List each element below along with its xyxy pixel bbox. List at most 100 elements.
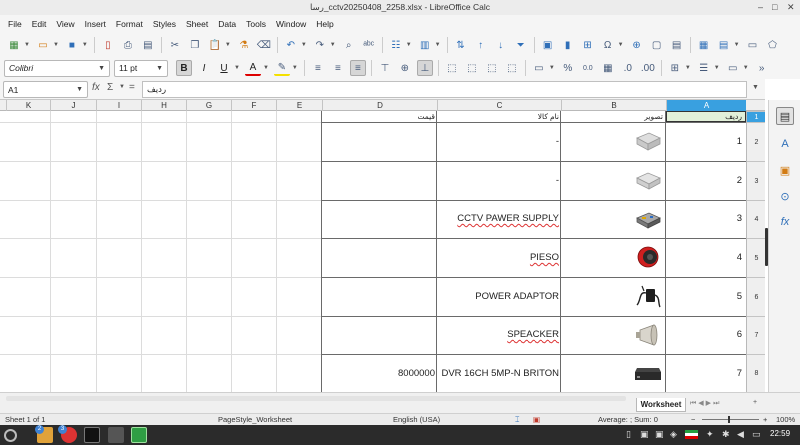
menu-window[interactable]: Window <box>272 15 312 33</box>
menu-view[interactable]: View <box>52 15 80 33</box>
bluetooth-icon[interactable]: ✱ <box>722 429 730 440</box>
merge-cells-icon[interactable]: ⬚ <box>484 60 500 76</box>
column-header-k[interactable]: K <box>6 100 50 111</box>
add-sheet-icon[interactable]: + <box>753 399 757 406</box>
chevron-down-icon[interactable]: ▼ <box>685 65 691 71</box>
styles-icon[interactable]: A <box>776 135 794 153</box>
column-header-a[interactable]: A <box>666 100 746 111</box>
cell-c3[interactable]: - <box>437 175 560 187</box>
chevron-down-icon[interactable]: ▼ <box>234 65 240 71</box>
formula-button[interactable]: = <box>129 82 135 93</box>
cell-c4[interactable]: CCTV PAWER SUPPLY <box>437 213 560 225</box>
page-style[interactable]: PageStyle_Worksheet <box>218 414 292 425</box>
column-header-g[interactable]: G <box>186 100 231 111</box>
properties-icon[interactable]: ▤ <box>776 107 794 125</box>
column-header-d[interactable]: D <box>322 100 437 111</box>
wrap-text-icon[interactable]: ⬚ <box>444 60 460 76</box>
find-replace-icon[interactable]: ⌕ <box>341 37 357 53</box>
clone-formatting-icon[interactable]: ⚗ <box>236 37 252 53</box>
chevron-down-icon[interactable]: ▼ <box>82 42 88 48</box>
chevron-down-icon[interactable]: ▼ <box>225 42 231 48</box>
zoom-slider-handle[interactable] <box>728 416 730 423</box>
close-button[interactable]: ✕ <box>787 2 795 13</box>
formula-input[interactable]: ردیف <box>142 81 747 98</box>
undo-icon[interactable]: ↶ <box>283 37 299 53</box>
product-image-3[interactable] <box>630 205 666 233</box>
clear-formatting-icon[interactable]: ⌫ <box>256 37 272 53</box>
date-format-icon[interactable]: ▦ <box>600 60 616 76</box>
cell-d1[interactable]: قیمت <box>322 111 436 123</box>
calculator-icon[interactable] <box>108 427 124 443</box>
align-top-icon[interactable]: ⊤ <box>377 60 393 76</box>
wifi-icon[interactable]: ✦ <box>706 429 714 440</box>
save-icon[interactable]: ■ <box>64 37 80 53</box>
cell-a3[interactable]: 2 <box>666 175 745 187</box>
cell-c2[interactable]: - <box>437 136 560 148</box>
row-header-7[interactable]: 7 <box>747 316 765 354</box>
name-box[interactable]: A1 ▼ <box>3 81 88 98</box>
spreadsheet-grid[interactable]: K J I H G F E D C B A ردیف تصویر نام کال… <box>0 100 765 392</box>
product-image-1[interactable] <box>630 127 666 155</box>
define-print-area-icon[interactable]: ▦ <box>696 37 712 53</box>
chevron-down-icon[interactable]: ▼ <box>76 86 83 93</box>
spelling-icon[interactable]: ᵃᵇᶜ <box>361 37 377 53</box>
chevron-down-icon[interactable]: ▼ <box>263 65 269 71</box>
terminal-icon[interactable] <box>84 427 100 443</box>
redo-icon[interactable]: ↷ <box>312 37 328 53</box>
maximize-button[interactable]: □ <box>772 2 777 13</box>
cell-a8[interactable]: 7 <box>666 368 745 380</box>
number-format-button[interactable]: 0.0 <box>580 60 596 76</box>
border-style-icon[interactable]: ☰ <box>696 60 712 76</box>
column-header-c[interactable]: C <box>437 100 561 111</box>
paste-icon[interactable]: 📋 <box>207 37 223 53</box>
insert-image-icon[interactable]: ▣ <box>540 37 556 53</box>
column-header-b[interactable]: B <box>561 100 666 111</box>
cell-a5[interactable]: 4 <box>666 252 745 264</box>
chevron-down-icon[interactable]: ▼ <box>301 42 307 48</box>
split-window-icon[interactable]: ▭ <box>745 37 761 53</box>
align-right-icon[interactable]: ≡ <box>349 60 366 76</box>
chevron-down-icon[interactable]: ▼ <box>292 65 298 71</box>
chevron-down-icon[interactable]: ▼ <box>714 65 720 71</box>
chevron-down-icon[interactable]: ▼ <box>406 42 412 48</box>
zoom-in-icon[interactable]: + <box>763 414 767 425</box>
menu-help[interactable]: Help <box>312 15 339 33</box>
selection-mode-icon[interactable]: ⌶ <box>515 414 520 425</box>
hyperlink-icon[interactable]: ⊕ <box>629 37 645 53</box>
comment-icon[interactable]: ▢ <box>649 37 665 53</box>
menu-file[interactable]: File <box>4 15 28 33</box>
battery-icon[interactable]: ▭ <box>752 429 761 440</box>
expand-formula-icon[interactable]: ▼ <box>752 84 759 91</box>
sheet-navigation-icon[interactable]: ⏮◀▶⏭ <box>690 399 721 408</box>
tray-icon[interactable]: ▯ <box>626 429 631 440</box>
cell-a7[interactable]: 6 <box>666 329 745 341</box>
row-header-5[interactable]: 5 <box>747 238 765 277</box>
cut-icon[interactable]: ✂ <box>167 37 183 53</box>
sort-icon[interactable]: ⇅ <box>453 37 469 53</box>
currency-icon[interactable]: ▭ <box>531 60 547 76</box>
font-name-box[interactable]: Colibri ▼ <box>4 59 110 77</box>
print-preview-icon[interactable]: ▤ <box>140 37 156 53</box>
cell-a6[interactable]: 5 <box>666 291 745 303</box>
cell-c1[interactable]: نام کالا <box>437 111 560 123</box>
zoom-level[interactable]: 100% <box>776 414 795 425</box>
menu-styles[interactable]: Styles <box>149 15 182 33</box>
center-vertically-icon[interactable]: ⊕ <box>397 60 413 76</box>
menu-sheet[interactable]: Sheet <box>182 15 214 33</box>
functions-icon[interactable]: fx <box>776 213 794 231</box>
percent-button[interactable]: % <box>560 60 576 76</box>
cell-b1[interactable]: تصویر <box>561 111 665 123</box>
row-header-1[interactable]: 1 <box>747 111 765 122</box>
volume-icon[interactable]: ◀ <box>737 429 744 440</box>
cell-c8[interactable]: DVR 16CH 5MP-N BRITON <box>437 368 560 380</box>
chevron-down-icon[interactable]: ▼ <box>98 65 105 72</box>
chevron-down-icon[interactable]: ▼ <box>53 42 59 48</box>
menu-launcher-icon[interactable] <box>4 429 17 442</box>
row-icon[interactable]: ☷ <box>388 37 404 53</box>
freeze-rows-icon[interactable]: ▤ <box>716 37 732 53</box>
horizontal-scrollbar[interactable] <box>6 396 626 401</box>
autofilter-icon[interactable]: ⏷ <box>513 37 529 53</box>
copy-icon[interactable]: ❐ <box>187 37 203 53</box>
special-character-icon[interactable]: Ω <box>600 37 616 53</box>
cell-a1[interactable]: ردیف <box>666 111 745 123</box>
